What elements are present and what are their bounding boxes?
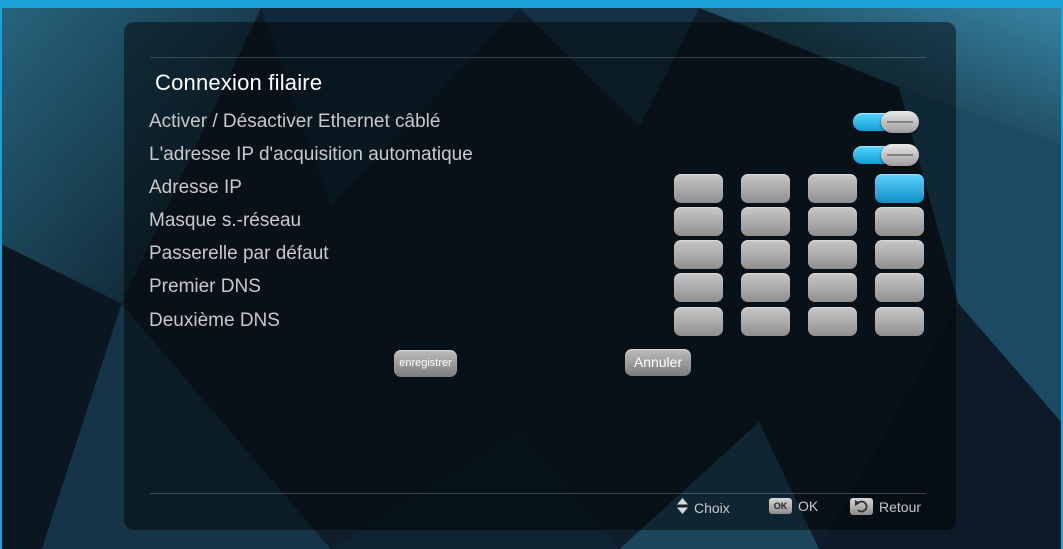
ip-octet-1[interactable]	[674, 174, 723, 203]
mask-octet-1[interactable]	[674, 207, 723, 236]
dns1-octet-4[interactable]	[875, 273, 924, 302]
ethernet-toggle[interactable]	[853, 111, 920, 133]
gateway-octet-2[interactable]	[741, 240, 790, 269]
hint-ok-label: OK	[798, 498, 819, 514]
row-label-dns1: Premier DNS	[149, 276, 261, 297]
ip-octet-4[interactable]	[875, 174, 924, 203]
dns1-octet-2[interactable]	[741, 273, 790, 302]
mask-octet-3[interactable]	[808, 207, 857, 236]
toggle-knob	[881, 144, 919, 166]
row-label-gateway: Passerelle par défaut	[149, 243, 329, 264]
toggle-knob	[881, 111, 919, 133]
hint-ok: OK OK	[769, 498, 818, 514]
return-arrow-icon	[850, 498, 873, 515]
auto-ip-toggle[interactable]	[853, 144, 920, 166]
save-button[interactable]: enregistrer	[394, 350, 457, 377]
screen: Connexion filaire Activer / Désactiver E…	[0, 0, 1063, 549]
dns2-octet-1[interactable]	[674, 307, 723, 336]
row-label-ip-address: Adresse IP	[149, 177, 242, 198]
gateway-octet-1[interactable]	[674, 240, 723, 269]
dns2-octet-3[interactable]	[808, 307, 857, 336]
up-down-arrows-icon	[677, 498, 688, 517]
ok-key-icon: OK	[769, 498, 792, 514]
mask-octet-4[interactable]	[875, 207, 924, 236]
title-divider	[150, 57, 926, 58]
ip-octet-2[interactable]	[741, 174, 790, 203]
row-label-dns2: Deuxième DNS	[149, 310, 280, 331]
ip-octet-3[interactable]	[808, 174, 857, 203]
mask-octet-2[interactable]	[741, 207, 790, 236]
row-label-ethernet: Activer / Désactiver Ethernet câblé	[149, 111, 441, 132]
page-title: Connexion filaire	[155, 70, 323, 95]
gateway-octet-4[interactable]	[875, 240, 924, 269]
dns2-octet-2[interactable]	[741, 307, 790, 336]
row-label-subnet-mask: Masque s.-réseau	[149, 210, 302, 231]
hint-choose-label: Choix	[694, 499, 730, 516]
dns2-octet-4[interactable]	[875, 307, 924, 336]
dns1-octet-3[interactable]	[808, 273, 857, 302]
cancel-button[interactable]: Annuler	[625, 349, 691, 376]
footer-divider	[150, 493, 926, 494]
hint-choose: Choix	[677, 498, 730, 517]
hint-back-label: Retour	[879, 498, 922, 515]
dns1-octet-1[interactable]	[674, 273, 723, 302]
gateway-octet-3[interactable]	[808, 240, 857, 269]
hint-back: Retour	[850, 498, 921, 515]
row-label-auto-ip: L'adresse IP d'acquisition automatique	[149, 144, 473, 165]
